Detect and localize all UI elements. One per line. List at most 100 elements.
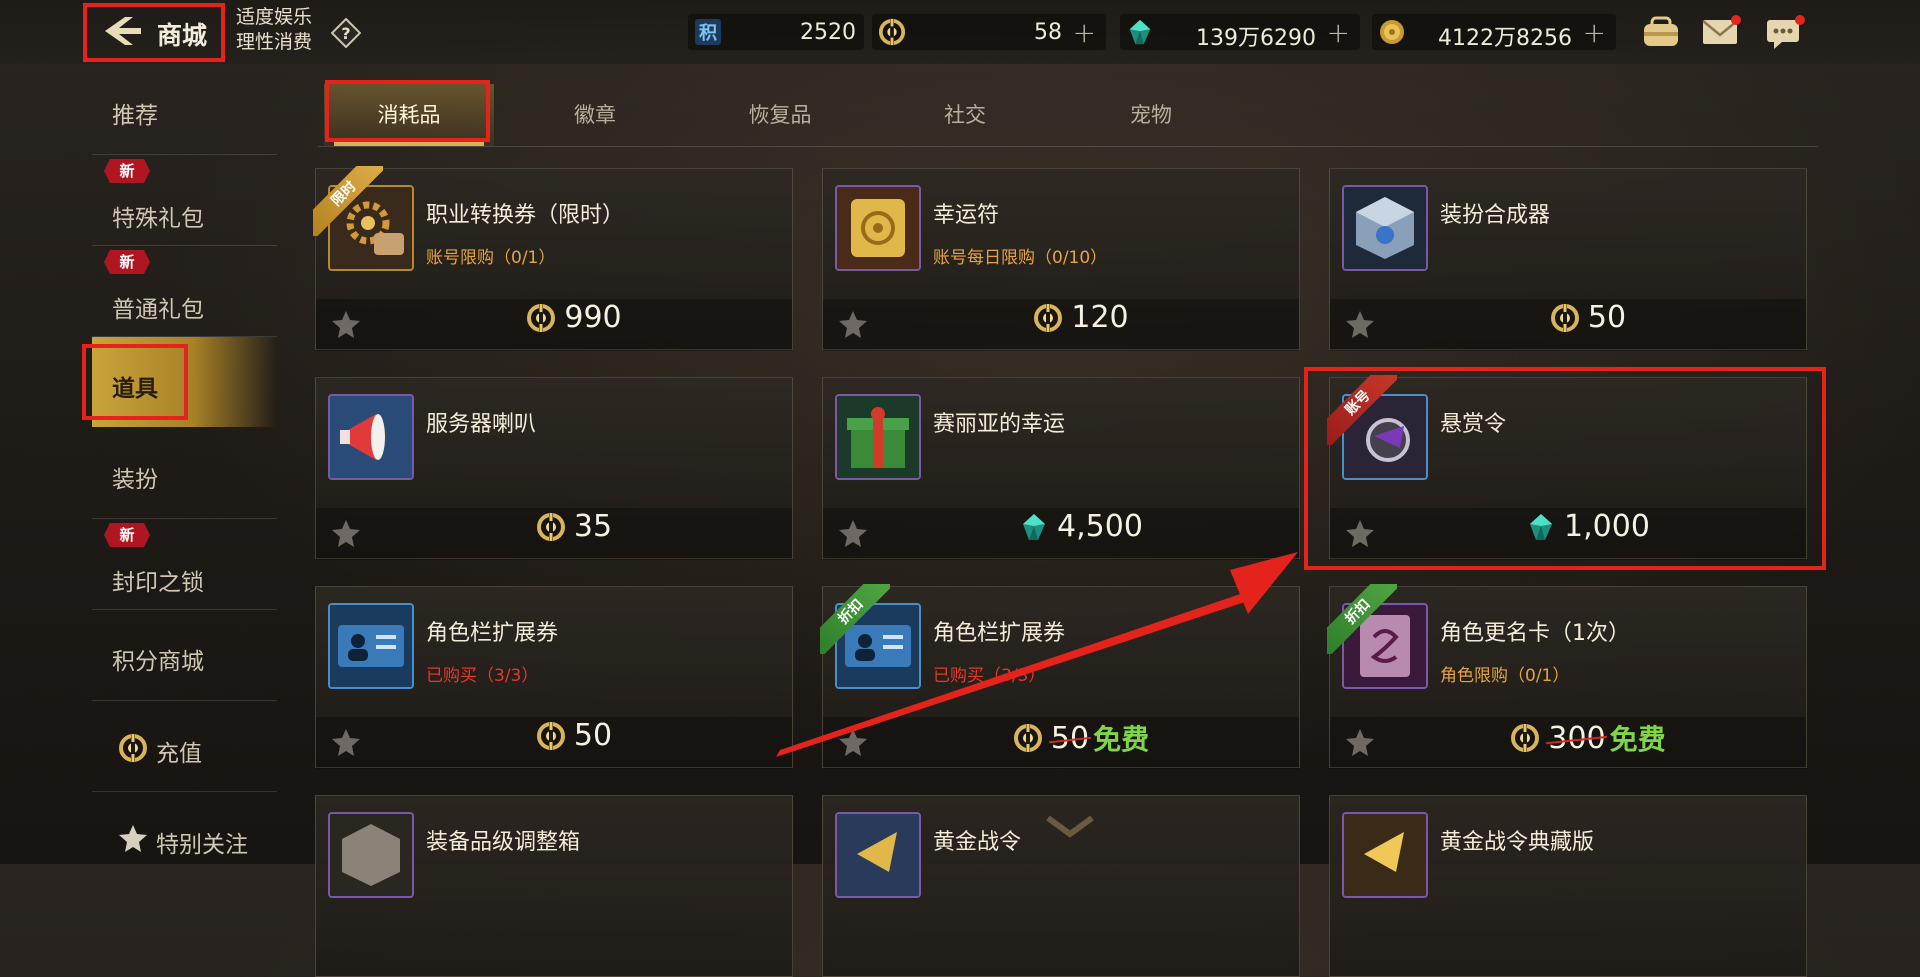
help-icon[interactable]: ? xyxy=(331,18,361,48)
tab-consumables[interactable]: 消耗品 xyxy=(324,84,494,146)
new-badge: 新 xyxy=(104,159,150,183)
product-name: 黄金战令 xyxy=(933,830,1022,855)
favorite-star-icon[interactable] xyxy=(331,518,361,548)
sidebar-item-label: 推荐 xyxy=(112,103,158,129)
product-image xyxy=(835,812,921,898)
sidebar-item-recommend[interactable]: 推荐 xyxy=(92,64,277,155)
coupon-balance: 58 + xyxy=(872,14,1106,50)
product-card-gold-pass-deluxe[interactable]: 黄金战令典藏版 xyxy=(1329,795,1807,977)
scroll-down-chevron-icon xyxy=(1046,815,1094,838)
product-card-slot-expansion-discount[interactable]: 折扣 角色栏扩展券 已购买（3/3） 50 免费 xyxy=(820,584,1300,769)
purchase-limit: 账号限购（0/1） xyxy=(426,248,556,268)
sidebar-item-special-pack[interactable]: 新 特殊礼包 xyxy=(92,155,277,246)
product-name: 幸运符 xyxy=(933,203,1000,228)
product-card-grade-adjust-box[interactable]: 装备品级调整箱 xyxy=(315,795,793,977)
discount-ribbon: 折扣 xyxy=(1327,584,1397,654)
purchase-limit: 账号每日限购（0/10） xyxy=(933,248,1108,268)
tab-divider xyxy=(318,146,1818,147)
points-balance: 积 2520 xyxy=(688,14,864,50)
account-ribbon: 账号 xyxy=(1327,375,1397,445)
gem-balance: 139万6290 + xyxy=(1120,14,1360,51)
product-card-seria-luck[interactable]: 赛丽亚的幸运 4,500 xyxy=(822,377,1300,560)
subcategory-tabs: 消耗品 徽章 恢复品 社交 宠物 xyxy=(318,84,1818,150)
price: 50 xyxy=(376,718,772,768)
sidebar-item-favorites[interactable]: 特别关注 xyxy=(92,792,277,882)
favorite-star-icon[interactable] xyxy=(1345,518,1375,548)
favorite-star-icon[interactable] xyxy=(331,727,361,757)
price-value: 50 xyxy=(573,718,613,753)
wallet-icon[interactable] xyxy=(1640,14,1682,50)
favorite-star-icon[interactable] xyxy=(838,309,868,339)
sidebar-item-points-shop[interactable]: 积分商城 xyxy=(92,610,277,701)
gold-pass-deluxe-icon xyxy=(1344,814,1426,896)
limited-ribbon: 限时 xyxy=(313,166,383,236)
favorite-star-icon[interactable] xyxy=(1345,727,1375,757)
coupon-icon xyxy=(536,512,566,542)
page-title: 商城 xyxy=(157,21,208,50)
coupon-icon xyxy=(1013,723,1043,753)
price: 120 xyxy=(883,300,1279,350)
price: 300 免费 xyxy=(1390,718,1786,768)
tab-social[interactable]: 社交 xyxy=(880,84,1050,146)
coupon-icon xyxy=(536,721,566,751)
gem-add-button[interactable]: + xyxy=(1327,16,1350,49)
sidebar-item-items[interactable]: 道具 xyxy=(92,337,277,427)
product-name: 职业转换券（限时） xyxy=(426,203,625,228)
tab-pets[interactable]: 宠物 xyxy=(1066,84,1236,146)
points-icon: 积 xyxy=(695,19,721,45)
gold-add-button[interactable]: + xyxy=(1583,16,1606,49)
product-image xyxy=(328,394,414,480)
chat-icon[interactable] xyxy=(1764,14,1806,50)
price-value: 990 xyxy=(564,300,622,335)
top-bar: 商城 适度娱乐 理性消费 ? 积 2520 58 + 139万6290 + 41… xyxy=(0,0,1920,64)
svg-text:积: 积 xyxy=(699,23,717,44)
lucky-scroll-icon xyxy=(837,187,919,269)
product-name: 赛丽亚的幸运 xyxy=(933,412,1066,437)
price: 35 xyxy=(376,509,772,559)
star-icon xyxy=(119,825,147,852)
sidebar-item-seal-lock[interactable]: 新 封印之锁 xyxy=(92,519,277,610)
coupon-add-button[interactable]: + xyxy=(1073,16,1096,49)
points-value: 2520 xyxy=(800,20,856,45)
favorite-star-icon[interactable] xyxy=(1345,309,1375,339)
sidebar-item-recharge[interactable]: 充值 xyxy=(92,701,277,792)
favorite-star-icon[interactable] xyxy=(838,727,868,757)
category-sidebar: 推荐 新 特殊礼包 新 普通礼包 道具 装扮 新 封印之锁 积分商城 充值 特别… xyxy=(92,64,277,864)
favorite-star-icon[interactable] xyxy=(331,309,361,339)
sidebar-item-label: 积分商城 xyxy=(112,649,204,675)
gem-value: 139万6290 xyxy=(1196,26,1316,51)
price: 50 免费 xyxy=(883,718,1279,768)
original-price: 50 xyxy=(1050,720,1090,756)
product-name: 装备品级调整箱 xyxy=(426,830,581,855)
product-card-slot-expansion[interactable]: 角色栏扩展券 已购买（3/3） 50 xyxy=(315,586,793,769)
price-value: 50 xyxy=(1587,300,1627,335)
coupon-icon xyxy=(1033,303,1063,333)
sidebar-item-normal-pack[interactable]: 新 普通礼包 xyxy=(92,246,277,337)
product-card-job-change[interactable]: 限时 职业转换券（限时） 账号限购（0/1） 990 xyxy=(313,166,793,351)
product-name: 角色栏扩展券 xyxy=(426,621,559,646)
gem-icon xyxy=(1019,512,1049,542)
adjust-box-icon xyxy=(330,814,412,896)
product-card-lucky-charm[interactable]: 幸运符 账号每日限购（0/10） 120 xyxy=(822,168,1300,351)
sidebar-item-label: 装扮 xyxy=(112,467,158,493)
back-button[interactable]: 商城 xyxy=(83,3,223,59)
coupon-icon xyxy=(1550,303,1580,333)
coupon-icon xyxy=(118,733,148,763)
product-card-rename-card[interactable]: 折扣 角色更名卡（1次） 角色限购（0/1） 300 免费 xyxy=(1327,584,1807,769)
sidebar-item-label: 特殊礼包 xyxy=(112,206,204,232)
product-card-bounty-order[interactable]: 账号 悬赏令 1,000 xyxy=(1327,375,1807,560)
tab-emblems[interactable]: 徽章 xyxy=(510,84,680,146)
mail-icon[interactable] xyxy=(1700,14,1742,50)
gold-value: 4122万8256 xyxy=(1438,26,1572,51)
synthesizer-cube-icon xyxy=(1344,187,1426,269)
coupon-icon xyxy=(878,18,906,46)
product-card-server-megaphone[interactable]: 服务器喇叭 35 xyxy=(315,377,793,560)
coupon-icon xyxy=(526,303,556,333)
sidebar-item-costume[interactable]: 装扮 xyxy=(92,428,277,519)
free-label: 免费 xyxy=(1609,723,1666,756)
favorite-star-icon[interactable] xyxy=(838,518,868,548)
tab-recovery[interactable]: 恢复品 xyxy=(695,84,865,146)
gold-balance: 4122万8256 + xyxy=(1372,14,1616,51)
product-card-costume-synthesizer[interactable]: 装扮合成器 50 xyxy=(1329,168,1807,351)
price-value: 120 xyxy=(1071,300,1129,335)
